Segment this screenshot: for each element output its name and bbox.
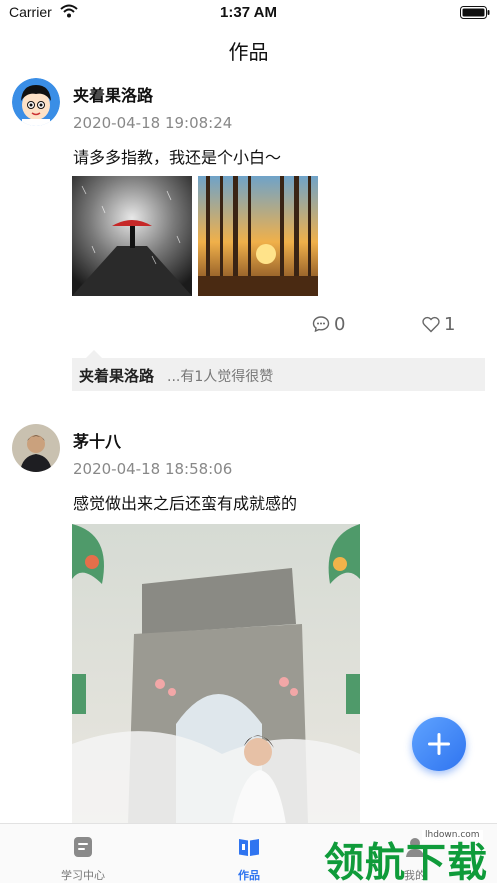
post-photo[interactable] [198, 176, 318, 296]
status-time: 1:37 AM [220, 4, 277, 21]
page-title: 作品 [228, 40, 269, 64]
post-text: 感觉做出来之后还蛮有成就感的 [73, 494, 298, 513]
tab-label: 学习中心 [61, 869, 105, 882]
post-timestamp: 2020-04-18 19:08:24 [73, 114, 233, 132]
like-summary: 夹着果洛路 ...有1人觉得很赞 [72, 350, 485, 391]
note-icon [74, 837, 92, 857]
like-summary-user[interactable]: 夹着果洛路 [79, 365, 154, 386]
avatar[interactable] [12, 424, 60, 472]
comment-button[interactable]: 0 [312, 313, 346, 335]
post-photo[interactable] [72, 176, 192, 296]
like-button[interactable]: 1 [422, 313, 456, 335]
battery-icon [460, 6, 490, 19]
like-summary-text: ...有1人觉得很赞 [167, 369, 274, 385]
author-name[interactable]: 夹着果洛路 [73, 82, 153, 106]
plus-icon [428, 733, 450, 755]
comment-count: 0 [334, 313, 346, 335]
tab-label: 作品 [238, 869, 260, 882]
like-count: 1 [444, 313, 456, 335]
add-post-button[interactable] [412, 717, 466, 771]
watermark: 领航下载 lhdown.com [318, 822, 497, 883]
comment-icon [312, 316, 330, 333]
post-timestamp: 2020-04-18 18:58:06 [73, 460, 233, 478]
author-name[interactable]: 茅十八 [73, 428, 121, 452]
post-photo[interactable] [72, 524, 360, 824]
book-icon [239, 839, 259, 856]
post-text: 请多多指教，我还是个小白～ [73, 148, 282, 167]
status-bar: Carrier 1:37 AM [0, 0, 497, 26]
heart-icon [422, 316, 440, 332]
tab-works[interactable]: 作品 [166, 824, 332, 883]
watermark-url: lhdown.com [422, 830, 483, 840]
avatar[interactable] [12, 78, 60, 126]
tab-learning-center[interactable]: 学习中心 [0, 824, 166, 883]
